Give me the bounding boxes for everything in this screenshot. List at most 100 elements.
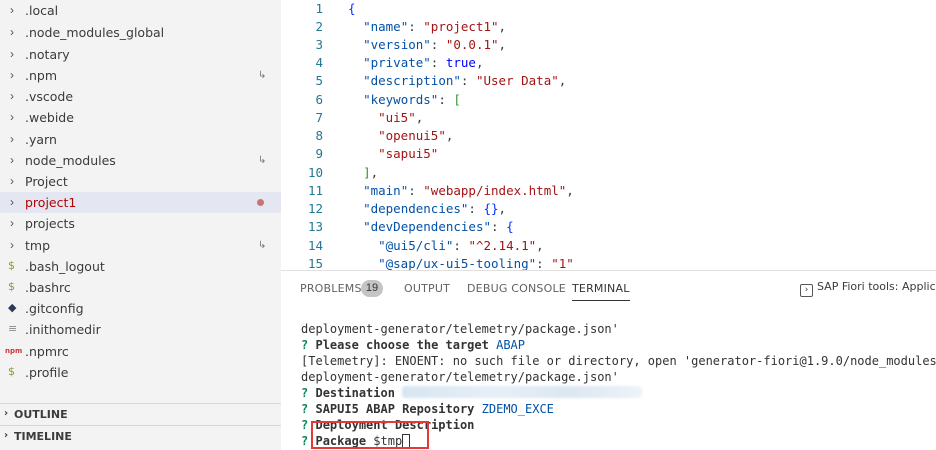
tree-item-label: Project <box>25 174 68 189</box>
terminal-icon: › <box>800 284 813 297</box>
tree-item-label: .webide <box>25 110 74 125</box>
tree-item-label: .npmrc <box>25 344 69 359</box>
tree-item-label: project1 <box>25 195 77 210</box>
line-number: 7 <box>315 110 323 125</box>
line-text: "@sap/ux-ui5-tooling": "1" <box>378 256 574 270</box>
question-mark: ? <box>301 418 309 432</box>
panel-tabs: PROBLEMS 19 OUTPUT DEBUG CONSOLE TERMINA… <box>281 271 936 307</box>
prompt-text: Destination <box>315 386 395 400</box>
tab-terminal[interactable]: TERMINAL <box>572 282 630 301</box>
code-line: 12 "dependencies": {}, <box>281 200 936 218</box>
line-text: "description": "User Data", <box>363 73 567 88</box>
tree-item-bashrc[interactable]: $ .bashrc <box>0 277 281 298</box>
code-line: 14 "@ui5/cli": "^2.14.1", <box>281 237 936 255</box>
line-text: { <box>348 1 356 16</box>
code-editor[interactable]: 1{ 2 "name": "project1", 3 "version": "0… <box>281 0 936 270</box>
git-file-icon: ◆ <box>8 301 17 314</box>
line-text: ], <box>363 165 379 180</box>
tree-item-node-modules-global[interactable]: › .node_modules_global <box>0 22 281 43</box>
line-text: "version": "0.0.1", <box>363 37 507 52</box>
code-line: 15 "@sap/ux-ui5-tooling": "1" <box>281 255 936 270</box>
tree-item-project1[interactable]: › project1 <box>0 192 281 214</box>
terminal-line: ? Destination <box>301 385 643 401</box>
task-selector-label: SAP Fiori tools: Applicatio <box>817 280 936 293</box>
code-line: 6 "keywords": [ <box>281 91 936 109</box>
line-text: "ui5", <box>378 110 424 125</box>
explorer-sidebar: › .local › .node_modules_global › .notar… <box>0 0 281 450</box>
shell-file-icon: $ <box>8 259 15 272</box>
symlink-icon: ↳ <box>258 155 267 166</box>
chevron-right-icon: › <box>10 132 14 146</box>
tree-item-gitconfig[interactable]: ◆ .gitconfig <box>0 298 281 319</box>
tree-item-label: .gitconfig <box>25 301 84 316</box>
chevron-right-icon: › <box>10 110 14 124</box>
tree-item-vscode[interactable]: › .vscode <box>0 86 281 107</box>
code-line: 4 "private": true, <box>281 54 936 72</box>
terminal-line: deployment-generator/telemetry/package.j… <box>301 370 619 384</box>
tree-item-bash-logout[interactable]: $ .bash_logout <box>0 256 281 277</box>
text-file-icon: ≡ <box>8 322 18 335</box>
tree-item-npm[interactable]: › .npm ↳ <box>0 65 281 86</box>
tree-item-tmp[interactable]: › tmp ↳ <box>0 235 281 256</box>
tree-item-label: .notary <box>25 47 70 62</box>
tree-item-profile[interactable]: $ .profile <box>0 362 281 383</box>
tree-item-projects[interactable]: › projects <box>0 213 281 234</box>
highlight-annotation-box <box>311 421 429 449</box>
tree-item-label: .inithomedir <box>25 322 101 337</box>
line-number: 1 <box>315 1 323 16</box>
line-number: 14 <box>307 238 323 253</box>
line-text: "devDependencies": { <box>363 219 514 234</box>
line-number: 11 <box>307 183 323 198</box>
shell-file-icon: $ <box>8 280 15 293</box>
chevron-right-icon: › <box>10 174 14 188</box>
symlink-icon: ↳ <box>258 70 267 81</box>
line-number: 15 <box>307 256 323 270</box>
tab-debug-console[interactable]: DEBUG CONSOLE <box>467 282 566 295</box>
tab-problems[interactable]: PROBLEMS <box>300 282 362 295</box>
line-text: "sapui5" <box>378 146 439 161</box>
tree-item-local[interactable]: › .local <box>0 0 281 21</box>
line-text: "keywords": [ <box>363 92 461 107</box>
code-line: 13 "devDependencies": { <box>281 218 936 236</box>
outline-section-header[interactable]: › OUTLINE <box>0 403 281 424</box>
chevron-right-icon: › <box>10 3 14 17</box>
answer-text: ZDEMO_EXCE <box>481 402 554 416</box>
line-text: "openui5", <box>378 128 454 143</box>
chevron-right-icon: › <box>10 25 14 39</box>
terminal-line: ? SAPUI5 ABAP Repository ZDEMO_EXCE <box>301 401 554 417</box>
tree-item-npmrc[interactable]: npm .npmrc <box>0 341 281 362</box>
line-number: 6 <box>315 92 323 107</box>
tree-item-label: .npm <box>25 68 58 83</box>
timeline-section-header[interactable]: › TIMELINE <box>0 425 281 446</box>
code-line: 8 "openui5", <box>281 127 936 145</box>
tree-item-label: .yarn <box>25 132 57 147</box>
npm-file-icon: npm <box>5 347 23 355</box>
problems-count-badge: 19 <box>361 280 383 297</box>
shell-file-icon: $ <box>8 365 15 378</box>
line-text: "dependencies": {}, <box>363 201 507 216</box>
tree-item-notary[interactable]: › .notary <box>0 44 281 65</box>
redacted-destination <box>402 386 643 398</box>
chevron-right-icon: › <box>10 153 14 167</box>
tree-item-label: tmp <box>25 238 51 253</box>
tab-output[interactable]: OUTPUT <box>404 282 450 295</box>
symlink-icon: ↳ <box>258 240 267 251</box>
line-number: 8 <box>315 128 323 143</box>
tree-item-webide[interactable]: › .webide <box>0 107 281 128</box>
chevron-right-icon: › <box>10 68 14 82</box>
code-line: 3 "version": "0.0.1", <box>281 36 936 54</box>
question-mark: ? <box>301 402 309 416</box>
terminal-line: ? Please choose the target ABAP <box>301 337 525 353</box>
tree-item-yarn[interactable]: › .yarn <box>0 129 281 150</box>
outline-label: OUTLINE <box>14 408 68 421</box>
prompt-text: SAPUI5 ABAP Repository <box>315 402 475 416</box>
tree-item-inithomedir[interactable]: ≡ .inithomedir <box>0 319 281 340</box>
code-line: 1{ <box>281 0 936 18</box>
line-text: "private": true, <box>363 55 484 70</box>
line-number: 9 <box>315 146 323 161</box>
prompt-text: Please choose the target <box>315 338 489 352</box>
terminal-task-selector[interactable]: › SAP Fiori tools: Applicatio <box>800 280 936 298</box>
tree-item-project[interactable]: › Project <box>0 171 281 192</box>
code-line: 10 ], <box>281 164 936 182</box>
tree-item-node-modules[interactable]: › node_modules ↳ <box>0 150 281 171</box>
